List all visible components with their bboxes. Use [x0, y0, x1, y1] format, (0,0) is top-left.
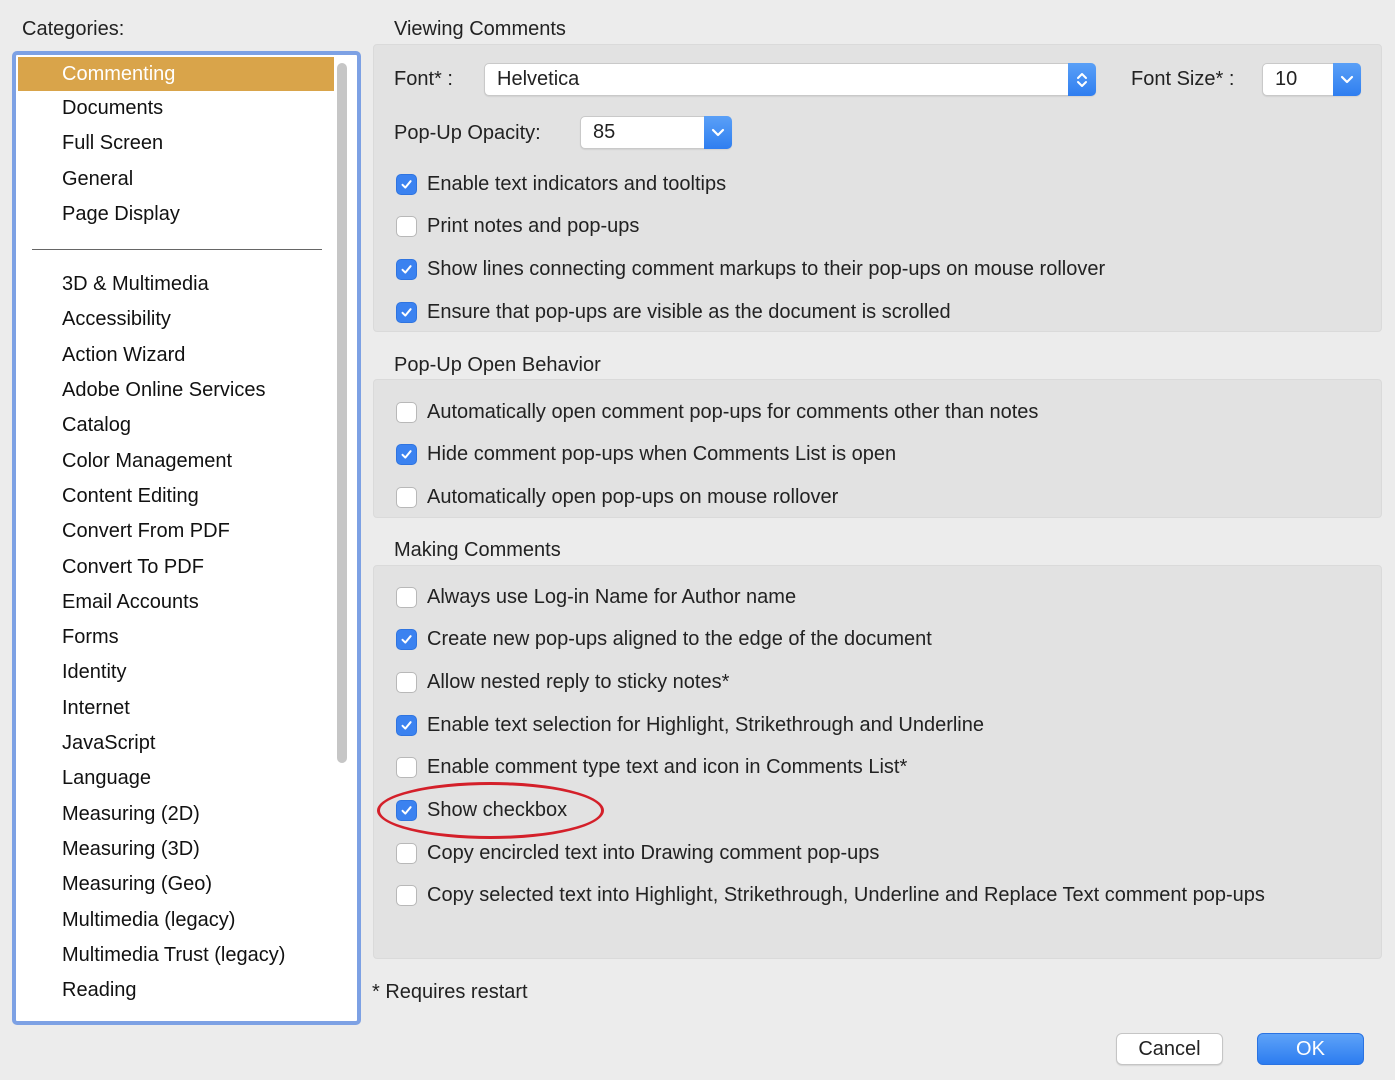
- checkbox-unchecked[interactable]: [396, 757, 417, 779]
- checkbox-label: Automatically open comment pop-ups for c…: [427, 400, 1039, 423]
- ok-button[interactable]: OK: [1257, 1033, 1364, 1065]
- checkbox-unchecked[interactable]: [396, 486, 417, 508]
- category-separator: [32, 249, 322, 251]
- checkbox-checked[interactable]: [396, 258, 417, 280]
- checkbox-option[interactable]: Automatically open comment pop-ups for c…: [396, 399, 1038, 425]
- cancel-button[interactable]: Cancel: [1116, 1033, 1223, 1065]
- category-item[interactable]: Multimedia (legacy): [18, 903, 334, 938]
- checkbox-label: Copy encircled text into Drawing comment…: [427, 841, 880, 864]
- making-comments-title: Making Comments: [394, 539, 561, 561]
- checkbox-label: Print notes and pop-ups: [427, 215, 640, 238]
- category-item[interactable]: Content Editing: [18, 479, 334, 514]
- category-item[interactable]: Accessibility: [18, 302, 334, 337]
- font-select-value: Helvetica: [497, 68, 580, 90]
- category-item[interactable]: Color Management: [18, 444, 334, 479]
- checkbox-checked[interactable]: [396, 714, 417, 736]
- category-item[interactable]: Measuring (2D): [18, 797, 334, 832]
- popup-behavior-title: Pop-Up Open Behavior: [394, 354, 601, 376]
- checkbox-option[interactable]: Automatically open pop-ups on mouse roll…: [396, 484, 838, 510]
- checkbox-option[interactable]: Enable text indicators and tooltips: [396, 171, 726, 197]
- category-item[interactable]: Documents: [18, 91, 334, 126]
- category-item[interactable]: 3D & Multimedia: [18, 267, 334, 302]
- categories-items: Commenting Documents Full Screen General Pag…: [18, 57, 334, 1008]
- category-item[interactable]: Convert To PDF: [18, 550, 334, 585]
- category-item[interactable]: Measuring (Geo): [18, 867, 334, 902]
- checkbox-unchecked[interactable]: [396, 216, 417, 238]
- chevron-down-icon: [704, 116, 732, 149]
- checkbox-label: Ensure that pop-ups are visible as the d…: [427, 300, 951, 323]
- checkbox-checked[interactable]: [396, 173, 417, 195]
- checkbox-option[interactable]: Create new pop-ups aligned to the edge o…: [396, 627, 932, 653]
- checkbox-option[interactable]: Always use Log-in Name for Author name: [396, 584, 796, 610]
- checkbox-option[interactable]: Copy selected text into Highlight, Strik…: [396, 883, 1265, 909]
- checkbox-option[interactable]: Hide comment pop-ups when Comments List …: [396, 442, 896, 468]
- category-item[interactable]: Email Accounts: [18, 585, 334, 620]
- category-item[interactable]: Convert From PDF: [18, 514, 334, 549]
- category-item[interactable]: Forms: [18, 620, 334, 655]
- checkbox-label: Enable text indicators and tooltips: [427, 172, 727, 195]
- font-size-select[interactable]: 10: [1262, 63, 1361, 96]
- font-select[interactable]: Helvetica: [484, 63, 1096, 96]
- font-size-select-value: 10: [1275, 68, 1298, 90]
- category-item[interactable]: JavaScript: [18, 726, 334, 761]
- categories-scrollbar[interactable]: [337, 63, 347, 763]
- font-size-label: Font Size* :: [1131, 68, 1235, 90]
- checkbox-option[interactable]: Allow nested reply to sticky notes*: [396, 669, 729, 695]
- checkbox-label: Show lines connecting comment markups to…: [427, 257, 1106, 280]
- requires-restart-note: * Requires restart: [372, 981, 528, 1003]
- font-label: Font* :: [394, 68, 453, 90]
- annotation-circle: [377, 782, 604, 839]
- checkbox-label: Automatically open pop-ups on mouse roll…: [427, 485, 839, 508]
- category-item[interactable]: Multimedia Trust (legacy): [18, 938, 334, 973]
- checkbox-label: Always use Log-in Name for Author name: [427, 585, 797, 608]
- checkbox-option[interactable]: Enable comment type text and icon in Com…: [396, 755, 907, 781]
- viewing-comments-title: Viewing Comments: [394, 18, 566, 40]
- checkbox-checked[interactable]: [396, 301, 417, 323]
- categories-title: Categories:: [22, 18, 125, 40]
- category-item[interactable]: Commenting: [18, 57, 334, 91]
- popup-opacity-label: Pop-Up Opacity:: [394, 122, 541, 144]
- checkbox-unchecked[interactable]: [396, 401, 417, 423]
- category-item[interactable]: General: [18, 162, 334, 197]
- category-item[interactable]: Adobe Online Services: [18, 373, 334, 408]
- checkbox-checked[interactable]: [396, 444, 417, 466]
- category-item[interactable]: Catalog: [18, 408, 334, 443]
- category-item[interactable]: Full Screen: [18, 126, 334, 161]
- checkbox-label: Allow nested reply to sticky notes*: [427, 670, 730, 693]
- categories-list[interactable]: Commenting Documents Full Screen General Pag…: [12, 51, 361, 1025]
- checkbox-option[interactable]: Show lines connecting comment markups to…: [396, 256, 1105, 282]
- checkbox-option[interactable]: Enable text selection for Highlight, Str…: [396, 712, 984, 738]
- category-item[interactable]: Language: [18, 761, 334, 796]
- checkbox-option[interactable]: Copy encircled text into Drawing comment…: [396, 840, 879, 866]
- checkbox-unchecked[interactable]: [396, 885, 417, 907]
- checkbox-label: Copy selected text into Highlight, Strik…: [427, 884, 1265, 907]
- popup-opacity-value: 85: [593, 121, 616, 143]
- checkbox-label: Create new pop-ups aligned to the edge o…: [427, 628, 932, 651]
- checkbox-unchecked[interactable]: [396, 842, 417, 864]
- category-item[interactable]: Measuring (3D): [18, 832, 334, 867]
- category-item[interactable]: Action Wizard: [18, 338, 334, 373]
- chevron-down-icon: [1333, 63, 1361, 96]
- checkbox-label: Hide comment pop-ups when Comments List …: [427, 443, 897, 466]
- checkbox-option[interactable]: Print notes and pop-ups: [396, 214, 639, 240]
- checkbox-option[interactable]: Ensure that pop-ups are visible as the d…: [396, 299, 951, 325]
- updown-arrows-icon: [1068, 63, 1096, 96]
- category-item[interactable]: Reading: [18, 973, 334, 1008]
- category-item[interactable]: Page Display: [18, 197, 334, 232]
- popup-opacity-select[interactable]: 85: [580, 116, 732, 149]
- checkbox-unchecked[interactable]: [396, 586, 417, 608]
- checkbox-checked[interactable]: [396, 629, 417, 651]
- category-item[interactable]: Identity: [18, 655, 334, 690]
- checkbox-unchecked[interactable]: [396, 671, 417, 693]
- category-item[interactable]: Internet: [18, 691, 334, 726]
- checkbox-label: Enable comment type text and icon in Com…: [427, 756, 908, 779]
- checkbox-label: Enable text selection for Highlight, Str…: [427, 713, 984, 736]
